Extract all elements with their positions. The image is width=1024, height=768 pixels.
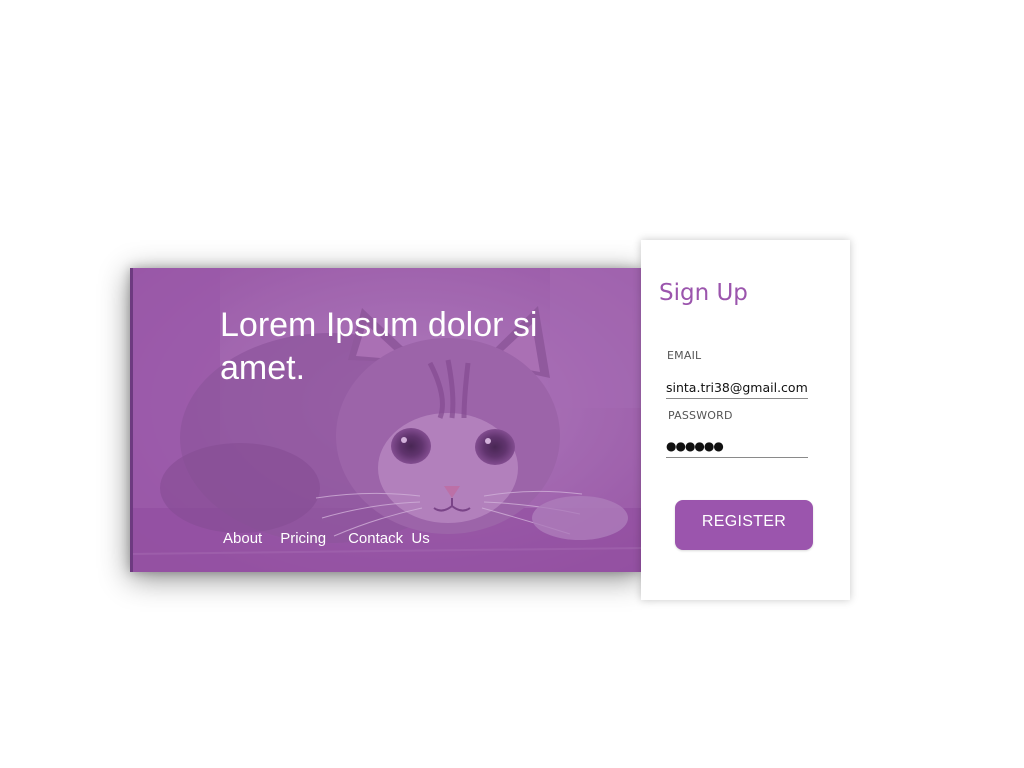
hero-banner: Lorem Ipsum dolor si amet. About Pricing… bbox=[130, 268, 642, 572]
password-label: PASSWORD bbox=[668, 409, 733, 422]
password-field[interactable]: ●●●●●● bbox=[666, 435, 808, 458]
register-button[interactable]: REGISTER bbox=[675, 500, 813, 550]
page: Lorem Ipsum dolor si amet. About Pricing… bbox=[0, 0, 1024, 768]
hero-title: Lorem Ipsum dolor si amet. bbox=[220, 306, 538, 387]
hero-nav: About Pricing Contack Us bbox=[223, 530, 430, 547]
nav-about-link[interactable]: About bbox=[223, 530, 262, 547]
nav-contact-link[interactable]: Contack Us bbox=[348, 530, 430, 547]
nav-pricing-link[interactable]: Pricing bbox=[280, 530, 326, 547]
email-field[interactable] bbox=[666, 376, 808, 399]
hero-edge bbox=[130, 268, 133, 572]
signup-panel: Sign Up EMAIL PASSWORD ●●●●●● REGISTER bbox=[641, 240, 850, 600]
signup-title: Sign Up bbox=[659, 280, 748, 306]
email-label: EMAIL bbox=[667, 349, 702, 362]
